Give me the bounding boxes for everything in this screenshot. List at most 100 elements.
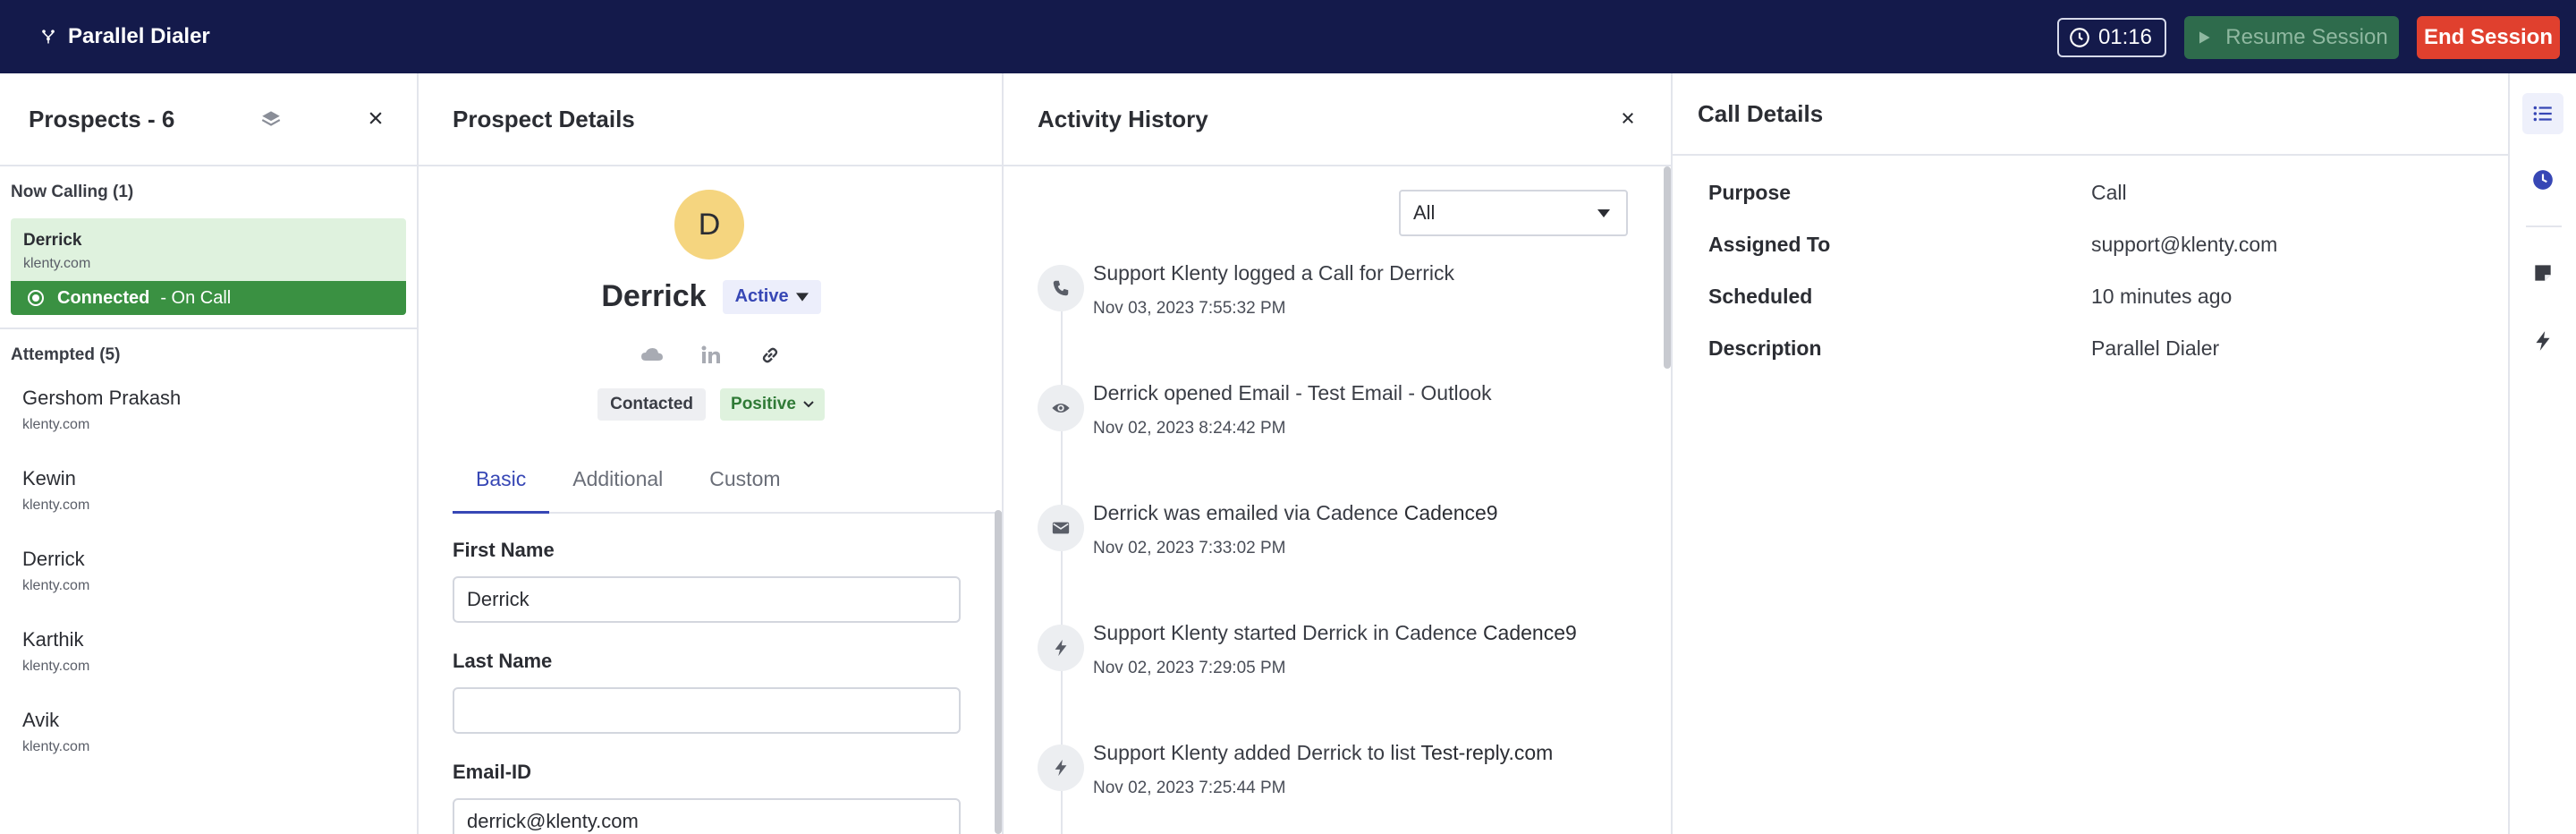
current-prospect-domain: klenty.com [23,256,91,271]
list-item[interactable]: Gershom Prakash klenty.com [0,370,417,451]
linkedin-icon[interactable] [698,342,724,369]
tab-basic[interactable]: Basic [453,455,550,514]
clock-icon [2070,28,2089,47]
activity-text: Support Klenty logged a Call for Derrick [1093,261,1454,285]
phone-icon [1038,265,1084,311]
activity-strong: Cadence9 [1403,501,1498,524]
right-rail [2510,73,2576,834]
status-value: Active [734,286,789,306]
list-icon [2533,106,2552,122]
caret-down-icon [1597,209,1610,217]
call-details-panel: Call Details Purpose Call Assigned To su… [1673,73,2510,834]
session-timer: 01:16 [2056,18,2166,57]
mail-icon [1038,505,1084,551]
clock-icon [2533,170,2553,190]
cloud-icon[interactable] [639,342,665,369]
description-label: Description [1708,336,1822,360]
activity-text: Derrick was emailed via Cadence [1093,501,1404,524]
call-detail-row: Scheduled 10 minutes ago [1708,285,2478,311]
link-icon[interactable] [757,342,784,369]
call-details-rail-button[interactable] [2522,93,2563,134]
prospect-domain: klenty.com [22,498,90,513]
brand: Parallel Dialer [38,24,210,49]
assigned-to-label: Assigned To [1708,233,1831,256]
prospects-panel: Prospects - 6 Now Calling (1) Derrick kl… [0,73,419,834]
app-title: Parallel Dialer [68,24,210,48]
actions-rail-button[interactable] [2522,320,2563,362]
bolt-icon [1038,745,1084,791]
activity-history-panel: Activity History All Support Klenty logg… [1004,73,1673,834]
close-activity-icon[interactable] [1617,107,1639,129]
activity-time: Nov 02, 2023 7:29:05 PM [1093,659,1286,677]
dialer-logo-icon [38,26,59,47]
email-field[interactable]: derrick@klenty.com [453,798,961,834]
status-dropdown[interactable]: Active [722,279,821,314]
caret-down-icon [795,292,809,302]
prospect-name: Karthik [22,628,84,651]
list-item[interactable]: Kewin klenty.com [0,451,417,532]
eye-icon [1038,385,1084,431]
prospect-details-panel: Prospect Details D Derrick Active Contac… [419,73,1004,834]
list-item[interactable]: Avik klenty.com [0,693,417,773]
attempted-list: Gershom Prakash klenty.com Kewin klenty.… [0,370,417,773]
bolt-icon [1038,625,1084,671]
bolt-icon [2536,331,2550,351]
call-detail-row: Purpose Call [1708,181,2478,208]
tab-additional[interactable]: Additional [549,455,686,514]
close-prospects-icon[interactable] [365,107,386,129]
prospect-domain: klenty.com [22,659,90,674]
activity-rail-button[interactable] [2522,159,2563,200]
now-calling-label: Now Calling (1) [11,183,134,201]
prospect-name: Derrick [22,548,85,570]
activity-title: Activity History [1038,105,1208,132]
resume-session-button[interactable]: Resume Session [2184,16,2399,59]
end-session-button[interactable]: End Session [2417,16,2560,59]
first-name-field[interactable]: Derrick [453,576,961,623]
prospect-domain: klenty.com [22,417,90,432]
current-call-card[interactable]: Derrick klenty.com Connected - On Call [11,218,406,315]
contacted-tag: Contacted [597,388,707,421]
assigned-to-value: support@klenty.com [2091,233,2278,256]
call-detail-row: Description Parallel Dialer [1708,336,2478,363]
activity-text: Support Klenty added Derrick to list [1093,741,1421,764]
prospect-name: Gershom Prakash [22,387,182,409]
details-tabs: Basic Additional Custom [453,455,1002,514]
avatar: D [674,190,744,260]
prospect-domain: klenty.com [22,578,90,593]
activity-strong: Test-reply.com [1420,741,1554,764]
activity-filter-select[interactable]: All [1399,190,1628,236]
last-name-label: Last Name [453,650,553,672]
prospect-domain: klenty.com [22,739,90,754]
connected-status: Connected [57,287,150,308]
tab-custom[interactable]: Custom [686,455,803,514]
details-scrollbar[interactable] [995,510,1002,834]
call-substatus: - On Call [160,287,232,308]
activity-time: Nov 02, 2023 7:33:02 PM [1093,539,1286,557]
purpose-label: Purpose [1708,181,1792,204]
list-item[interactable]: Derrick klenty.com [0,532,417,612]
activity-time: Nov 03, 2023 7:55:32 PM [1093,299,1286,318]
basic-form: First Name Derrick Last Name Email-ID de… [453,539,961,834]
activity-time: Nov 02, 2023 8:24:42 PM [1093,419,1286,438]
call-details-title: Call Details [1698,99,1824,127]
activity-scrollbar[interactable] [1664,166,1671,369]
layers-icon[interactable] [259,107,283,131]
description-value: Parallel Dialer [2091,336,2220,360]
activity-strong: Cadence9 [1482,621,1577,644]
prospects-title: Prospects - 6 [29,105,175,132]
call-detail-row: Assigned To support@klenty.com [1708,233,2478,260]
scheduled-label: Scheduled [1708,285,1813,308]
timer-value: 01:16 [2097,25,2152,49]
details-title: Prospect Details [453,105,635,132]
activity-text: Derrick opened Email - Test Email - Outl… [1093,381,1492,404]
last-name-field[interactable] [453,687,961,734]
current-prospect-name: Derrick [23,231,82,250]
play-icon [2199,31,2210,44]
sentiment-dropdown[interactable]: Positive [720,388,825,421]
note-icon [2535,265,2551,281]
list-item[interactable]: Karthik klenty.com [0,612,417,693]
connected-status-bar: Connected - On Call [11,281,406,315]
prospect-name: Kewin [22,467,76,489]
first-name-label: First Name [453,539,555,561]
notes-rail-button[interactable] [2522,252,2563,294]
